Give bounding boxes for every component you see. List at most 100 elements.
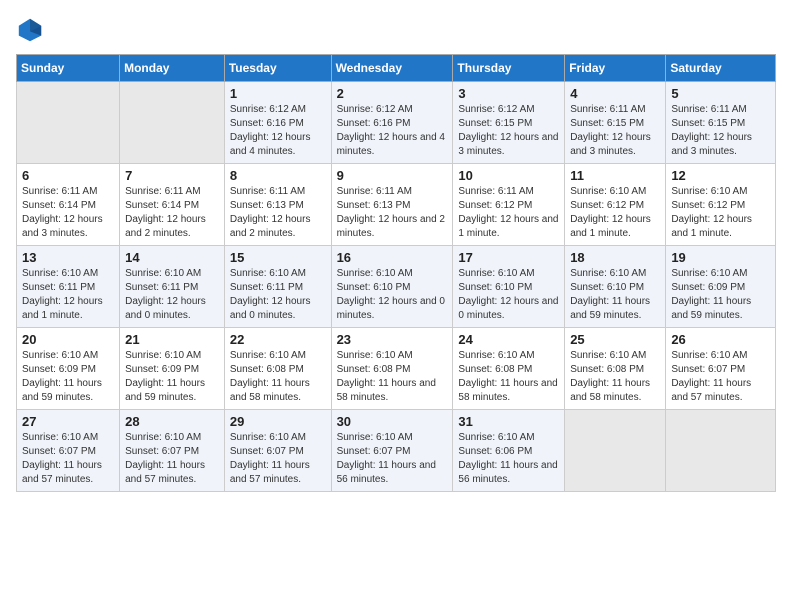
day-number: 11 [570, 168, 660, 183]
day-info: Sunrise: 6:10 AM Sunset: 6:08 PM Dayligh… [337, 349, 448, 405]
header-cell-wednesday: Wednesday [331, 55, 453, 82]
calendar-cell: 14Sunrise: 6:10 AM Sunset: 6:11 PM Dayli… [120, 246, 225, 328]
calendar-week-3: 13Sunrise: 6:10 AM Sunset: 6:11 PM Dayli… [17, 246, 776, 328]
calendar-cell [120, 82, 225, 164]
calendar-cell: 7 Sunrise: 6:11 AM Sunset: 6:14 PM Daylig… [120, 164, 225, 246]
day-info: Sunrise: 6:11 AM Sunset: 6:12 PM Dayligh… [458, 185, 559, 241]
day-number: 15 [230, 250, 326, 265]
day-info: Sunrise: 6:10 AM Sunset: 6:07 PM Dayligh… [337, 431, 448, 487]
day-number: 6 [22, 168, 114, 183]
day-number: 10 [458, 168, 559, 183]
day-number: 29 [230, 414, 326, 429]
calendar-cell [565, 410, 666, 492]
calendar-cell: 3 Sunrise: 6:12 AM Sunset: 6:15 PM Daylig… [453, 82, 565, 164]
day-number: 21 [125, 332, 219, 347]
day-info: Sunrise: 6:10 AM Sunset: 6:06 PM Dayligh… [458, 431, 559, 487]
calendar-cell: 22Sunrise: 6:10 AM Sunset: 6:08 PM Dayli… [224, 328, 331, 410]
calendar-cell: 31 Sunrise: 6:10 AM Sunset: 6:06 PM Dayli… [453, 410, 565, 492]
day-number: 4 [570, 86, 660, 101]
day-number: 31 [458, 414, 559, 429]
day-info: Sunrise: 6:12 AM Sunset: 6:16 PM Dayligh… [337, 103, 448, 159]
header-cell-friday: Friday [565, 55, 666, 82]
day-number: 12 [671, 168, 770, 183]
calendar-cell: 21 Sunrise: 6:10 AM Sunset: 6:09 PM Dayli… [120, 328, 225, 410]
calendar-week-2: 6 Sunrise: 6:11 AM Sunset: 6:14 PM Daylig… [17, 164, 776, 246]
day-info: Sunrise: 6:10 AM Sunset: 6:11 PM Dayligh… [230, 267, 326, 323]
day-number: 17 [458, 250, 559, 265]
calendar-cell: 16 Sunrise: 6:10 AM Sunset: 6:10 PM Dayli… [331, 246, 453, 328]
calendar-cell: 29Sunrise: 6:10 AM Sunset: 6:07 PM Dayli… [224, 410, 331, 492]
calendar-cell: 26 Sunrise: 6:10 AM Sunset: 6:07 PM Dayli… [666, 328, 776, 410]
header-cell-thursday: Thursday [453, 55, 565, 82]
calendar-cell: 30 Sunrise: 6:10 AM Sunset: 6:07 PM Dayli… [331, 410, 453, 492]
day-info: Sunrise: 6:10 AM Sunset: 6:08 PM Dayligh… [570, 349, 660, 405]
logo [16, 16, 48, 44]
day-number: 7 [125, 168, 219, 183]
calendar-cell: 11 Sunrise: 6:10 AM Sunset: 6:12 PM Dayli… [565, 164, 666, 246]
day-number: 24 [458, 332, 559, 347]
day-info: Sunrise: 6:10 AM Sunset: 6:11 PM Dayligh… [22, 267, 114, 323]
calendar-cell: 8Sunrise: 6:11 AM Sunset: 6:13 PM Daylig… [224, 164, 331, 246]
calendar-cell: 15 Sunrise: 6:10 AM Sunset: 6:11 PM Dayli… [224, 246, 331, 328]
calendar-cell: 1 Sunrise: 6:12 AM Sunset: 6:16 PM Daylig… [224, 82, 331, 164]
calendar-table: SundayMondayTuesdayWednesdayThursdayFrid… [16, 54, 776, 492]
day-info: Sunrise: 6:10 AM Sunset: 6:08 PM Dayligh… [458, 349, 559, 405]
day-number: 26 [671, 332, 770, 347]
day-info: Sunrise: 6:10 AM Sunset: 6:12 PM Dayligh… [570, 185, 660, 241]
calendar-cell: 19Sunrise: 6:10 AM Sunset: 6:09 PM Dayli… [666, 246, 776, 328]
calendar-week-4: 20Sunrise: 6:10 AM Sunset: 6:09 PM Dayli… [17, 328, 776, 410]
day-number: 23 [337, 332, 448, 347]
day-info: Sunrise: 6:10 AM Sunset: 6:10 PM Dayligh… [337, 267, 448, 323]
day-info: Sunrise: 6:10 AM Sunset: 6:07 PM Dayligh… [22, 431, 114, 487]
day-number: 27 [22, 414, 114, 429]
day-info: Sunrise: 6:10 AM Sunset: 6:10 PM Dayligh… [570, 267, 660, 323]
day-number: 3 [458, 86, 559, 101]
day-info: Sunrise: 6:10 AM Sunset: 6:10 PM Dayligh… [458, 267, 559, 323]
day-info: Sunrise: 6:11 AM Sunset: 6:14 PM Dayligh… [22, 185, 114, 241]
header-cell-saturday: Saturday [666, 55, 776, 82]
calendar-cell: 28 Sunrise: 6:10 AM Sunset: 6:07 PM Dayli… [120, 410, 225, 492]
day-number: 25 [570, 332, 660, 347]
calendar-cell: 27 Sunrise: 6:10 AM Sunset: 6:07 PM Dayli… [17, 410, 120, 492]
day-number: 14 [125, 250, 219, 265]
header-cell-sunday: Sunday [17, 55, 120, 82]
day-info: Sunrise: 6:11 AM Sunset: 6:15 PM Dayligh… [570, 103, 660, 159]
calendar-cell [17, 82, 120, 164]
calendar-cell: 13Sunrise: 6:10 AM Sunset: 6:11 PM Dayli… [17, 246, 120, 328]
calendar-cell: 17 Sunrise: 6:10 AM Sunset: 6:10 PM Dayli… [453, 246, 565, 328]
day-number: 5 [671, 86, 770, 101]
day-number: 28 [125, 414, 219, 429]
calendar-cell: 5 Sunrise: 6:11 AM Sunset: 6:15 PM Daylig… [666, 82, 776, 164]
day-number: 2 [337, 86, 448, 101]
day-number: 19 [671, 250, 770, 265]
calendar-cell: 23 Sunrise: 6:10 AM Sunset: 6:08 PM Dayli… [331, 328, 453, 410]
day-info: Sunrise: 6:12 AM Sunset: 6:16 PM Dayligh… [230, 103, 326, 159]
day-info: Sunrise: 6:10 AM Sunset: 6:07 PM Dayligh… [671, 349, 770, 405]
day-info: Sunrise: 6:10 AM Sunset: 6:07 PM Dayligh… [125, 431, 219, 487]
day-info: Sunrise: 6:10 AM Sunset: 6:09 PM Dayligh… [22, 349, 114, 405]
day-info: Sunrise: 6:11 AM Sunset: 6:14 PM Dayligh… [125, 185, 219, 241]
day-info: Sunrise: 6:11 AM Sunset: 6:15 PM Dayligh… [671, 103, 770, 159]
day-info: Sunrise: 6:11 AM Sunset: 6:13 PM Dayligh… [230, 185, 326, 241]
day-number: 1 [230, 86, 326, 101]
calendar-header: SundayMondayTuesdayWednesdayThursdayFrid… [17, 55, 776, 82]
calendar-week-1: 1 Sunrise: 6:12 AM Sunset: 6:16 PM Daylig… [17, 82, 776, 164]
calendar-cell: 20Sunrise: 6:10 AM Sunset: 6:09 PM Dayli… [17, 328, 120, 410]
day-number: 30 [337, 414, 448, 429]
calendar-body: 1 Sunrise: 6:12 AM Sunset: 6:16 PM Daylig… [17, 82, 776, 492]
day-info: Sunrise: 6:10 AM Sunset: 6:09 PM Dayligh… [125, 349, 219, 405]
calendar-cell [666, 410, 776, 492]
day-info: Sunrise: 6:12 AM Sunset: 6:15 PM Dayligh… [458, 103, 559, 159]
day-info: Sunrise: 6:10 AM Sunset: 6:08 PM Dayligh… [230, 349, 326, 405]
day-number: 16 [337, 250, 448, 265]
calendar-cell: 6 Sunrise: 6:11 AM Sunset: 6:14 PM Daylig… [17, 164, 120, 246]
page-header [16, 16, 776, 44]
calendar-cell: 18 Sunrise: 6:10 AM Sunset: 6:10 PM Dayli… [565, 246, 666, 328]
day-number: 18 [570, 250, 660, 265]
calendar-cell: 4 Sunrise: 6:11 AM Sunset: 6:15 PM Daylig… [565, 82, 666, 164]
day-info: Sunrise: 6:10 AM Sunset: 6:12 PM Dayligh… [671, 185, 770, 241]
calendar-cell: 2 Sunrise: 6:12 AM Sunset: 6:16 PM Daylig… [331, 82, 453, 164]
header-cell-tuesday: Tuesday [224, 55, 331, 82]
calendar-cell: 12 Sunrise: 6:10 AM Sunset: 6:12 PM Dayli… [666, 164, 776, 246]
calendar-cell: 25 Sunrise: 6:10 AM Sunset: 6:08 PM Dayli… [565, 328, 666, 410]
